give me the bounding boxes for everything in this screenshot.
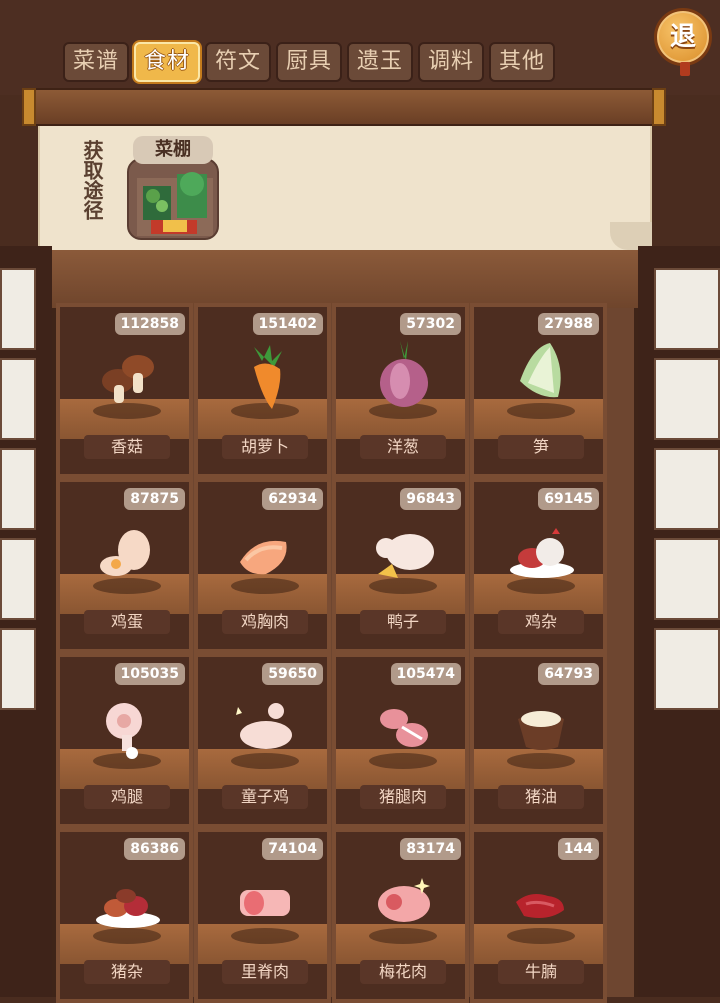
tab-ingredients[interactable]: 食材 xyxy=(134,42,200,82)
ingredient-count: 83174 xyxy=(400,838,461,860)
ingredient-slot[interactable]: 69145 鸡杂 xyxy=(470,478,607,653)
pork-shoulder-icon xyxy=(378,878,430,922)
ingredient-name: 鸡杂 xyxy=(498,610,584,634)
door-pane xyxy=(654,358,720,440)
ingredient-count: 96843 xyxy=(400,488,461,510)
tab-seasonings[interactable]: 调料 xyxy=(418,42,484,82)
door-pane xyxy=(0,628,36,710)
ingredient-slot[interactable]: 151402 胡萝卜 xyxy=(194,303,331,478)
door-pane xyxy=(0,358,36,440)
tab-relics[interactable]: 遗玉 xyxy=(347,42,413,82)
ingredient-name: 香菇 xyxy=(84,435,170,459)
ingredient-name: 鸡蛋 xyxy=(84,610,170,634)
door-pane xyxy=(654,448,720,530)
onion-icon xyxy=(380,341,428,407)
scroll-rod-cap-right xyxy=(652,88,666,126)
ingredient-slot[interactable]: 112858 香菇 xyxy=(56,303,193,478)
young-chicken-icon xyxy=(236,703,292,749)
ingredient-count: 86386 xyxy=(124,838,185,860)
lard-icon xyxy=(518,711,564,750)
scroll-rod-cap-left xyxy=(22,88,36,126)
ingredient-slot[interactable]: 27988 笋 xyxy=(470,303,607,478)
chicken-breast-icon xyxy=(240,540,287,575)
ingredient-name: 鸡胸肉 xyxy=(222,610,308,634)
ingredient-slot[interactable]: 86386 猪杂 xyxy=(56,828,193,1003)
right-door xyxy=(638,246,720,997)
ingredient-count: 105474 xyxy=(390,663,461,685)
tab-utensils[interactable]: 厨具 xyxy=(276,42,342,82)
tenderloin-icon xyxy=(240,890,290,916)
exit-button[interactable]: 退 xyxy=(654,8,712,66)
door-pane xyxy=(0,268,36,350)
source-card-greenhouse[interactable]: 菜棚 xyxy=(127,136,219,240)
chicken-giblets-icon xyxy=(510,528,574,578)
door-pane xyxy=(0,448,36,530)
ingredient-slot[interactable]: 144 牛腩 xyxy=(470,828,607,1003)
greenhouse-icon xyxy=(127,158,219,240)
ingredient-name: 梅花肉 xyxy=(360,960,446,984)
left-door xyxy=(0,246,52,997)
ingredient-name: 里脊肉 xyxy=(222,960,308,984)
pork-offal-icon xyxy=(96,889,160,928)
ingredient-name: 胡萝卜 xyxy=(222,435,308,459)
ingredient-slot[interactable]: 62934 鸡胸肉 xyxy=(194,478,331,653)
door-pane xyxy=(0,538,36,620)
ingredient-slot[interactable]: 105035 鸡腿 xyxy=(56,653,193,828)
ingredient-count: 105035 xyxy=(114,663,185,685)
ingredient-name: 猪腿肉 xyxy=(360,785,446,809)
carrot-icon xyxy=(254,345,282,409)
ingredient-name: 鸡腿 xyxy=(84,785,170,809)
ingredient-count: 87875 xyxy=(124,488,185,510)
ingredient-count: 27988 xyxy=(538,313,599,335)
pork-leg-icon xyxy=(380,709,428,747)
ingredient-slot[interactable]: 83174 梅花肉 xyxy=(332,828,469,1003)
ingredient-name: 笋 xyxy=(498,435,584,459)
mushroom-icon xyxy=(102,355,154,403)
door-pane xyxy=(654,268,720,350)
chicken-leg-icon xyxy=(106,703,142,759)
ingredient-name: 洋葱 xyxy=(360,435,446,459)
door-pane xyxy=(654,538,720,620)
ingredient-count: 59650 xyxy=(262,663,323,685)
source-place-tag: 菜棚 xyxy=(133,136,213,164)
category-tabs: 菜谱 食材 符文 厨具 遗玉 调料 其他 xyxy=(63,42,555,84)
ingredient-name: 猪油 xyxy=(498,785,584,809)
beef-brisket-icon xyxy=(516,894,564,918)
ingredient-grid: 112858 香菇 151402 胡萝卜 57302 洋葱 27988 笋 87… xyxy=(56,303,634,1003)
ingredient-slot[interactable]: 96843 鸭子 xyxy=(332,478,469,653)
ingredient-count: 69145 xyxy=(538,488,599,510)
ingredient-slot[interactable]: 105474 猪腿肉 xyxy=(332,653,469,828)
ingredient-count: 112858 xyxy=(114,313,185,335)
ingredient-slot[interactable]: 87875 鸡蛋 xyxy=(56,478,193,653)
ingredient-count: 57302 xyxy=(400,313,461,335)
duck-icon xyxy=(376,534,434,578)
source-label: 获取途径 xyxy=(80,140,104,220)
tab-runes[interactable]: 符文 xyxy=(205,42,271,82)
ingredient-name: 牛腩 xyxy=(498,960,584,984)
tab-recipes[interactable]: 菜谱 xyxy=(63,42,129,82)
shelf-top xyxy=(52,250,638,308)
ingredient-slot[interactable]: 74104 里脊肉 xyxy=(194,828,331,1003)
ingredient-count: 74104 xyxy=(262,838,323,860)
exit-tassel xyxy=(680,62,690,76)
ingredient-slot[interactable]: 59650 童子鸡 xyxy=(194,653,331,828)
ingredient-name: 猪杂 xyxy=(84,960,170,984)
ingredient-count: 64793 xyxy=(538,663,599,685)
ingredient-slot[interactable]: 57302 洋葱 xyxy=(332,303,469,478)
ingredient-count: 62934 xyxy=(262,488,323,510)
ingredient-count: 151402 xyxy=(252,313,323,335)
tab-others[interactable]: 其他 xyxy=(489,42,555,82)
egg-icon xyxy=(100,530,150,576)
ingredient-slot[interactable]: 64793 猪油 xyxy=(470,653,607,828)
door-pane xyxy=(654,628,720,710)
ingredient-name: 童子鸡 xyxy=(222,785,308,809)
ingredient-count: 144 xyxy=(557,838,599,860)
ingredient-name: 鸭子 xyxy=(360,610,446,634)
bamboo-shoot-icon xyxy=(520,343,561,398)
scroll-rod xyxy=(22,88,666,126)
